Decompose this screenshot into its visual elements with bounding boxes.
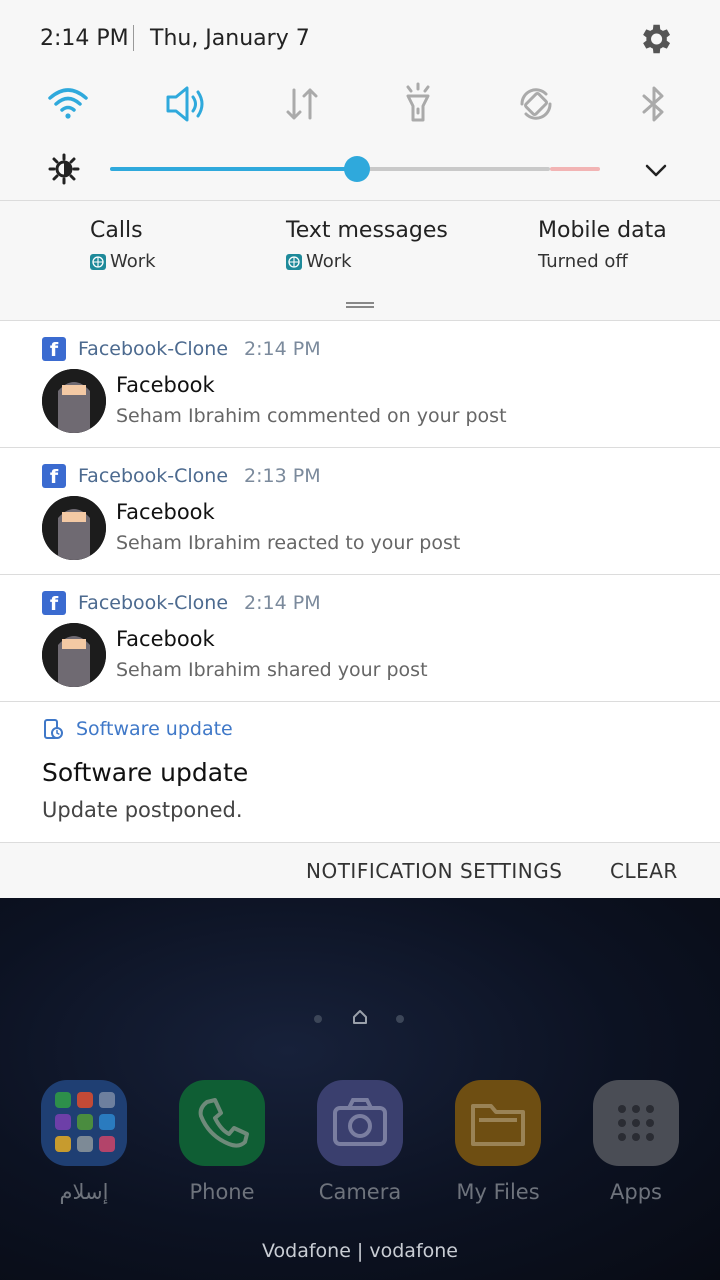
auto-rotate-icon[interactable] [512, 80, 560, 128]
notification-card[interactable]: f Facebook-Clone 2:13 PM Facebook Seham … [0, 448, 720, 574]
carrier-label: Vodafone | vodafone [262, 1240, 458, 1262]
globe-icon [286, 253, 302, 270]
flashlight-icon[interactable] [394, 80, 442, 128]
notification-time: 2:14 PM [244, 338, 321, 360]
avatar [42, 369, 106, 433]
sim-calls-title: Calls [90, 218, 143, 243]
sim-calls-value: Work [110, 251, 156, 272]
header-separator [133, 25, 134, 51]
notification-settings-button[interactable]: NOTIFICATION SETTINGS [306, 859, 562, 883]
dock-folder-islam[interactable]: إسلام [40, 1080, 128, 1204]
notification-actions: NOTIFICATION SETTINGS CLEAR [0, 843, 720, 898]
notification-app-name: Facebook-Clone [78, 465, 229, 487]
dock-label: My Files [456, 1180, 540, 1204]
brightness-icon [48, 153, 80, 185]
sim-data-title: Mobile data [538, 218, 667, 243]
dock-my-files[interactable]: My Files [454, 1080, 542, 1204]
dock-apps[interactable]: Apps [592, 1080, 680, 1204]
dock-label: إسلام [59, 1180, 109, 1204]
notification-time: 2:13 PM [244, 465, 321, 487]
panel-header: 2:14 PM Thu, January 7 [0, 0, 720, 80]
notification-title: Facebook [116, 500, 215, 524]
sim-card-settings: Calls Work Text messages Work Mobile dat… [0, 202, 720, 320]
notification-body: Seham Ibrahim commented on your post [116, 405, 507, 427]
brightness-high-zone [550, 167, 600, 171]
home-screen: إسلام Phone Camera My Files Apps Vodafon… [0, 898, 720, 1280]
home-page-indicator-icon [353, 1010, 367, 1024]
dock-phone[interactable]: Phone [178, 1080, 266, 1204]
software-update-title: Software update [42, 758, 249, 787]
quick-settings [0, 80, 720, 130]
dock-label: Camera [318, 1180, 402, 1204]
sim-text-messages[interactable]: Text messages Work [286, 218, 448, 272]
brightness-fill [110, 167, 358, 171]
avatar [42, 496, 106, 560]
notification-title: Facebook [116, 373, 215, 397]
camera-icon [317, 1080, 403, 1166]
gear-icon[interactable] [636, 20, 674, 58]
globe-icon [90, 253, 106, 270]
phone-icon [179, 1080, 265, 1166]
brightness-slider-thumb[interactable] [344, 156, 370, 182]
sim-calls[interactable]: Calls Work [90, 218, 156, 272]
page-indicator-dot [396, 1015, 404, 1023]
notification-title: Facebook [116, 627, 215, 651]
apps-grid-icon [593, 1080, 679, 1166]
clock: 2:14 PM [40, 26, 129, 51]
drag-handle[interactable] [346, 302, 374, 308]
facebook-icon: f [42, 337, 66, 361]
clear-button[interactable]: CLEAR [610, 859, 678, 883]
wifi-icon[interactable] [44, 80, 92, 128]
notification-app-name: Facebook-Clone [78, 592, 229, 614]
chevron-down-icon[interactable] [642, 159, 670, 181]
mobile-data-icon[interactable] [278, 80, 326, 128]
software-update-body: Update postponed. [42, 798, 243, 822]
sim-text-title: Text messages [286, 218, 448, 243]
notification-app-name: Facebook-Clone [78, 338, 229, 360]
brightness-track[interactable] [358, 167, 550, 171]
sound-icon[interactable] [162, 80, 210, 128]
date: Thu, January 7 [150, 26, 310, 51]
brightness-control [0, 145, 720, 195]
software-update-notification[interactable]: Software update Software update Update p… [0, 702, 720, 842]
software-update-icon [44, 719, 63, 739]
notification-body: Seham Ibrahim reacted to your post [116, 532, 461, 554]
facebook-icon: f [42, 464, 66, 488]
software-update-app: Software update [76, 718, 233, 740]
sim-data-value: Turned off [538, 251, 628, 272]
divider [0, 200, 720, 201]
avatar [42, 623, 106, 687]
dock-label: Phone [189, 1180, 255, 1204]
dock-camera[interactable]: Camera [316, 1080, 404, 1204]
notification-card[interactable]: f Facebook-Clone 2:14 PM Facebook Seham … [0, 575, 720, 701]
page-indicator-dot [314, 1015, 322, 1023]
notification-card[interactable]: f Facebook-Clone 2:14 PM Facebook Seham … [0, 321, 720, 447]
notification-time: 2:14 PM [244, 592, 321, 614]
bluetooth-icon[interactable] [630, 80, 678, 128]
sim-mobile-data[interactable]: Mobile data Turned off [538, 218, 667, 272]
notification-body: Seham Ibrahim shared your post [116, 659, 428, 681]
folder-icon [41, 1080, 127, 1166]
dock-label: Apps [610, 1180, 662, 1204]
notification-panel: 2:14 PM Thu, January 7 Calls Work Text m… [0, 0, 720, 898]
files-icon [455, 1080, 541, 1166]
sim-text-value: Work [306, 251, 352, 272]
facebook-icon: f [42, 591, 66, 615]
